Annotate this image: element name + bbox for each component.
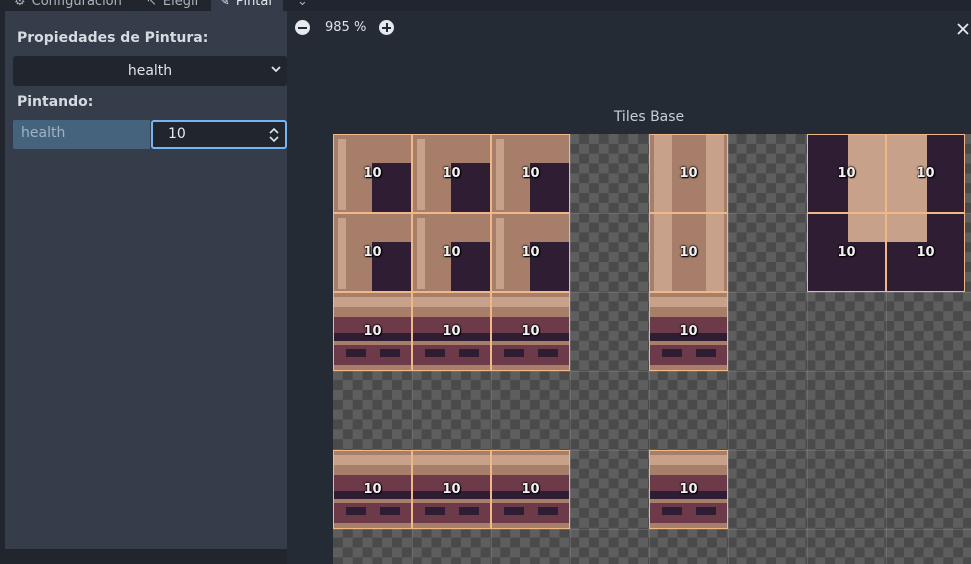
tile-value-label: 10 [442, 245, 461, 260]
spin-arrows-icon[interactable] [268, 126, 280, 144]
tile-value-label: 10 [442, 324, 461, 339]
grid-line [728, 134, 729, 564]
paint-icon: ✎ [219, 0, 230, 9]
tile-value-label: 10 [363, 482, 382, 497]
painting-label: Pintando: [17, 94, 94, 110]
tile-value-label: 10 [521, 482, 540, 497]
atlas-title: Tiles Base [613, 109, 685, 125]
tab-label: Elegir [162, 0, 200, 9]
tab-elegir[interactable]: ↖ Elegir [146, 0, 200, 11]
tab-bar: ⚙ Configuración ↖ Elegir ✎ Pintar ⌄ [0, 0, 971, 11]
atlas-tile[interactable]: 10 [649, 292, 728, 371]
tile-value-label: 10 [363, 245, 382, 260]
atlas-tile[interactable]: 10 [886, 134, 965, 213]
tile-value-label: 10 [363, 166, 382, 181]
grid-line [333, 529, 971, 530]
atlas-tile[interactable]: 10 [333, 450, 412, 529]
tile-value-label: 10 [837, 245, 856, 260]
tile-value-label: 10 [442, 166, 461, 181]
tile-value-label: 10 [521, 166, 540, 181]
chevron-down-icon [271, 66, 281, 73]
left-panel-footer [5, 549, 287, 564]
tile-value-label: 10 [837, 166, 856, 181]
zoom-in-button[interactable] [379, 20, 394, 35]
grid-line [570, 134, 571, 564]
more-icon: ⌄ [297, 0, 308, 9]
atlas-tile[interactable]: 10 [649, 450, 728, 529]
tile-value-label: 10 [521, 245, 540, 260]
grid-line [333, 371, 971, 372]
atlas-tile[interactable]: 10 [886, 213, 965, 292]
settings-icon: ⚙ [14, 0, 26, 9]
atlas-tile[interactable]: 10 [491, 292, 570, 371]
tile-value-label: 10 [679, 245, 698, 260]
tile-value-label: 10 [363, 324, 382, 339]
property-dropdown-value: health [127, 63, 173, 79]
atlas-tile[interactable]: 10 [333, 213, 412, 292]
atlas-tile[interactable]: 10 [412, 134, 491, 213]
tile-value-label: 10 [679, 482, 698, 497]
atlas-grid[interactable]: 10 10 10 10 10 10 10 10 10 10 10 10 10 10 10 10 10 10 10 10 [333, 134, 971, 564]
atlas-viewer: 985 % Tiles Base 10 10 10 10 10 10 10 10 10 10 10 1… [287, 11, 971, 564]
atlas-tile[interactable]: 10 [491, 134, 570, 213]
tile-value-label: 10 [916, 166, 935, 181]
tile-value-label: 10 [521, 324, 540, 339]
zoom-out-button[interactable] [295, 20, 310, 35]
tile-value-label: 10 [679, 324, 698, 339]
property-dropdown[interactable]: health [13, 56, 287, 86]
atlas-tile[interactable]: 10 [649, 134, 728, 213]
atlas-tile[interactable]: 10 [491, 213, 570, 292]
atlas-tile[interactable]: 10 [333, 292, 412, 371]
painting-property-name: health [13, 120, 150, 149]
tile-value-label: 10 [916, 245, 935, 260]
center-view-icon[interactable] [956, 21, 970, 37]
paint-properties-panel: Propiedades de Pintura: health Pintando:… [5, 11, 287, 549]
atlas-tile[interactable]: 10 [333, 134, 412, 213]
tab-more[interactable]: ⌄ [297, 0, 314, 11]
painting-value-spinbox[interactable]: 10 [151, 120, 287, 149]
tab-configuracion[interactable]: ⚙ Configuración [14, 0, 122, 11]
pick-icon: ↖ [146, 0, 157, 9]
tile-value-label: 10 [442, 482, 461, 497]
tab-label: Pintar [235, 0, 274, 9]
tab-label: Configuración [31, 0, 122, 9]
atlas-tile[interactable]: 10 [412, 450, 491, 529]
paint-properties-label: Propiedades de Pintura: [17, 30, 209, 46]
atlas-tile[interactable]: 10 [649, 213, 728, 292]
atlas-tile[interactable]: 10 [491, 450, 570, 529]
tab-pintar[interactable]: ✎ Pintar [211, 0, 283, 11]
atlas-tile[interactable]: 10 [412, 213, 491, 292]
zoom-level: 985 % [325, 20, 367, 35]
atlas-tile[interactable]: 10 [807, 134, 886, 213]
atlas-tile[interactable]: 10 [807, 213, 886, 292]
atlas-tile[interactable]: 10 [412, 292, 491, 371]
tile-value-label: 10 [679, 166, 698, 181]
painting-value: 10 [168, 126, 186, 142]
